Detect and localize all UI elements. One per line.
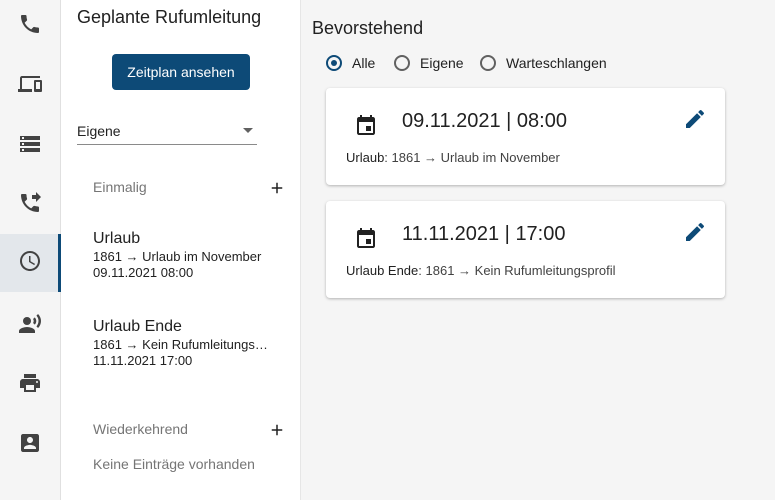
caret-down-icon [243, 128, 253, 133]
calendar-icon [354, 114, 378, 138]
upcoming-card: 11.11.2021 | 17:00 Urlaub Ende: 1861 → K… [326, 201, 725, 298]
pencil-icon [683, 109, 707, 135]
view-schedule-button[interactable]: Zeitplan ansehen [112, 54, 250, 90]
radio-unchecked-icon [394, 55, 410, 71]
radio-queues[interactable]: Warteschlangen [480, 53, 607, 73]
recurring-section-label: Wiederkehrend [93, 421, 188, 437]
card-datetime: 09.11.2021 | 08:00 [402, 110, 567, 132]
clock-icon [18, 249, 42, 278]
entry-datetime: 09.11.2021 08:00 [93, 265, 194, 280]
list-item[interactable]: Urlaub Ende 1861 → Kein Rufumleitungspro… [61, 318, 300, 374]
owner-filter-value: Eigene [77, 123, 121, 139]
add-recurring-button[interactable] [268, 421, 286, 439]
nav-item-calls[interactable] [0, 0, 60, 55]
entry-target: 1861 → Kein Rufumleitungsprofil [93, 337, 269, 352]
card-profile-name: Urlaub Ende [346, 263, 419, 278]
printer-icon [18, 371, 42, 400]
card-profile-detail: : 1861 → Urlaub im November [384, 150, 560, 165]
radio-label: Warteschlangen [506, 55, 607, 71]
radio-unchecked-icon [480, 55, 496, 71]
card-description: Urlaub: 1861 → Urlaub im November [346, 150, 560, 165]
navigation-rail [0, 0, 61, 500]
plus-icon [268, 424, 286, 443]
edit-button[interactable] [683, 220, 707, 244]
nav-item-devices[interactable] [0, 57, 60, 115]
nav-item-contacts[interactable] [0, 416, 60, 474]
entry-datetime: 11.11.2021 17:00 [93, 353, 193, 368]
card-datetime: 11.11.2021 | 17:00 [402, 223, 566, 245]
edit-button[interactable] [683, 107, 707, 131]
phone-icon [18, 12, 42, 41]
nav-item-scheduled-forwarding[interactable] [0, 234, 61, 292]
upcoming-card: 09.11.2021 | 08:00 Urlaub: 1861 → Urlaub… [326, 88, 725, 185]
radio-checked-icon [326, 55, 342, 71]
nav-item-voice[interactable] [0, 297, 60, 355]
devices-icon [18, 72, 42, 101]
card-description: Urlaub Ende: 1861 → Kein Rufumleitungspr… [346, 263, 616, 278]
radio-own[interactable]: Eigene [394, 53, 464, 73]
card-profile-detail: : 1861 → Kein Rufumleitungsprofil [418, 263, 616, 278]
nav-item-print[interactable] [0, 356, 60, 414]
storage-icon [18, 132, 42, 161]
entry-title: Urlaub [93, 230, 141, 247]
once-section-label: Einmalig [93, 179, 147, 195]
panel-title: Geplante Rufumleitung [77, 7, 262, 27]
entry-title: Urlaub Ende [93, 318, 182, 335]
phone-forward-icon [18, 191, 42, 220]
pencil-icon [683, 222, 707, 248]
nav-item-call-forwarding[interactable] [0, 176, 60, 234]
page-title: Bevorstehend [312, 18, 424, 38]
scheduled-forwarding-panel: Geplante Rufumleitung Zeitplan ansehen E… [61, 0, 301, 500]
empty-state-text: Keine Einträge vorhanden [93, 456, 255, 472]
radio-all[interactable]: Alle [326, 53, 375, 73]
nav-item-storage[interactable] [0, 117, 60, 175]
entry-target: 1861 → Urlaub im November [93, 249, 262, 264]
record-voice-icon [18, 312, 42, 341]
owner-filter-select[interactable]: Eigene [77, 118, 257, 145]
radio-label: Alle [352, 55, 376, 71]
list-item[interactable]: Urlaub 1861 → Urlaub im November 09.11.2… [61, 230, 300, 286]
calendar-icon [354, 227, 378, 251]
card-profile-name: Urlaub [346, 150, 385, 165]
contact-card-icon [18, 431, 42, 460]
plus-icon [268, 182, 286, 201]
radio-label: Eigene [420, 55, 464, 71]
add-once-button[interactable] [268, 179, 286, 197]
